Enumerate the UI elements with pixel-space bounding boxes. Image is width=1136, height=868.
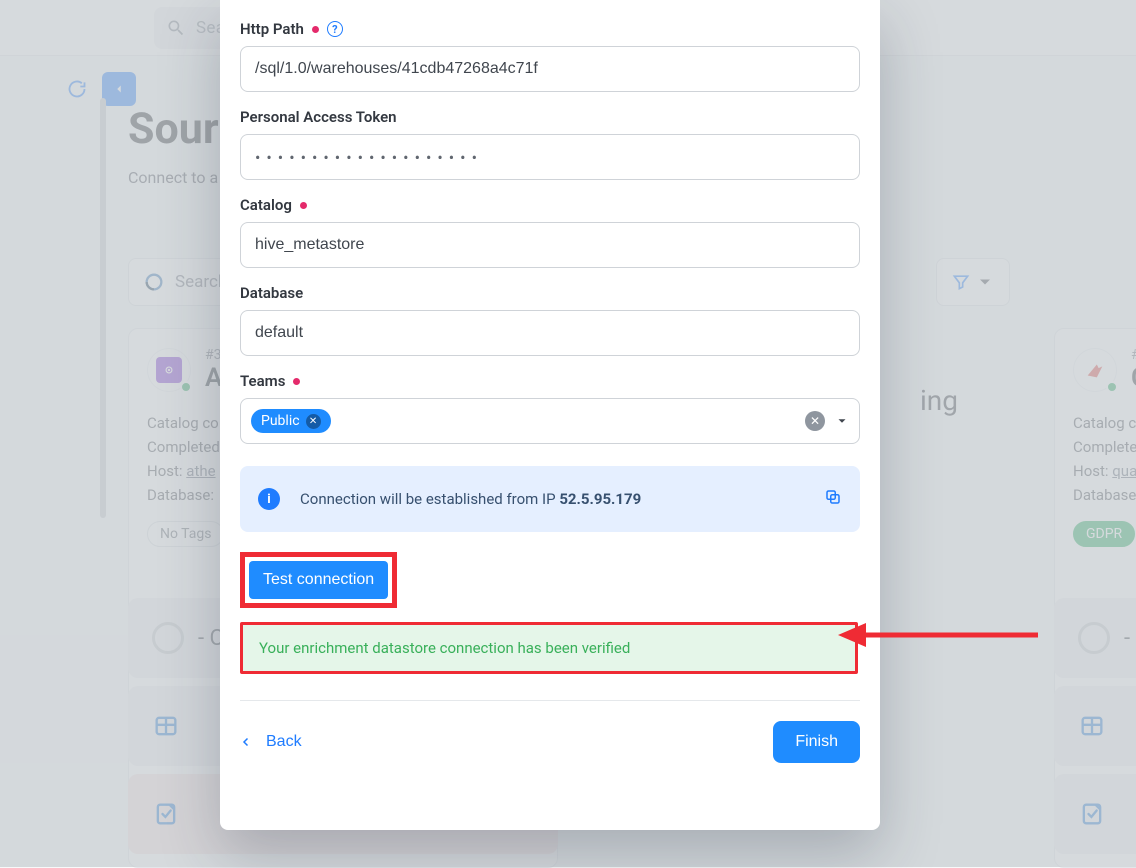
database-label: Database <box>240 284 303 302</box>
catalog-input[interactable] <box>240 222 860 268</box>
catalog-label: Catalog <box>240 196 292 214</box>
test-connection-button[interactable]: Test connection <box>249 561 388 599</box>
finish-button[interactable]: Finish <box>773 721 860 763</box>
pat-label: Personal Access Token <box>240 108 397 126</box>
team-chip-label: Public <box>261 413 300 429</box>
info-icon: i <box>258 488 280 510</box>
http-path-input[interactable] <box>240 46 860 92</box>
chevron-down-icon[interactable] <box>835 414 849 428</box>
teams-label: Teams <box>240 372 285 390</box>
clear-icon[interactable]: ✕ <box>805 411 825 431</box>
pat-input[interactable]: •••••••••••••••••••• <box>240 134 860 180</box>
test-connection-highlight: Test connection <box>240 552 397 608</box>
required-dot <box>312 26 319 33</box>
chevron-left-icon <box>240 734 252 750</box>
help-icon[interactable]: ? <box>327 21 343 37</box>
connection-modal: Http Path ? Personal Access Token ••••••… <box>220 0 880 830</box>
close-icon[interactable]: ✕ <box>306 414 321 429</box>
annotation-arrow <box>838 620 1038 650</box>
info-text: Connection will be established from IP 5… <box>300 490 641 508</box>
team-chip[interactable]: Public ✕ <box>251 409 331 433</box>
copy-icon[interactable] <box>824 488 842 510</box>
required-dot <box>300 202 307 209</box>
teams-select[interactable]: Public ✕ ✕ <box>240 398 860 444</box>
info-ip: 52.5.95.179 <box>559 490 641 508</box>
database-input[interactable] <box>240 310 860 356</box>
success-message: Your enrichment datastore connection has… <box>240 622 858 674</box>
required-dot <box>293 378 300 385</box>
ip-info-banner: i Connection will be established from IP… <box>240 466 860 532</box>
http-path-label: Http Path <box>240 20 304 38</box>
back-button[interactable]: Back <box>240 733 302 751</box>
